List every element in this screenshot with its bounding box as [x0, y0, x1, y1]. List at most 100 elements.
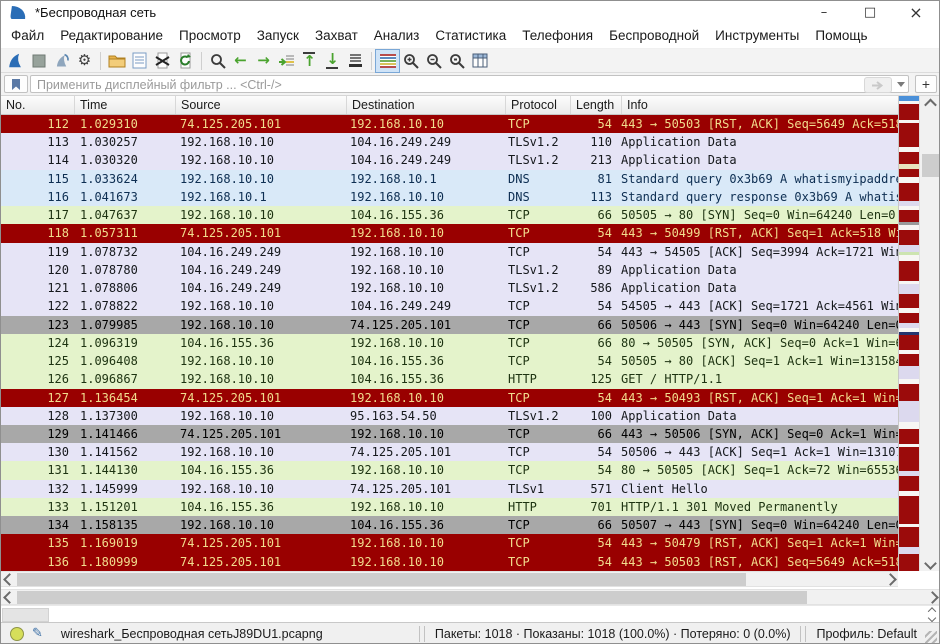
scroll-left-icon[interactable] [1, 572, 17, 586]
capture-comment-icon[interactable]: ✎ [32, 626, 43, 641]
save-file-button[interactable] [128, 50, 151, 72]
packet-row[interactable]: 1231.079985192.168.10.1074.125.205.101TC… [1, 316, 898, 334]
go-first-packet-button[interactable]: ↑ [298, 50, 321, 72]
pane-handle[interactable] [2, 608, 49, 622]
scroll-down-icon[interactable] [920, 556, 940, 571]
packet-cell: 50505 → 80 [SYN] Seq=0 Win=64240 Len=0 M… [616, 206, 898, 224]
menu-item-3[interactable]: Запуск [249, 24, 307, 47]
resize-grip[interactable] [925, 631, 937, 643]
packet-row[interactable]: 1151.033624192.168.10.10192.168.10.1DNS8… [1, 170, 898, 188]
packet-row[interactable]: 1191.078732104.16.249.249192.168.10.10TC… [1, 243, 898, 261]
packet-row[interactable]: 1161.041673192.168.10.1192.168.10.10DNS1… [1, 188, 898, 206]
packet-row[interactable]: 1131.030257192.168.10.10104.16.249.249TL… [1, 133, 898, 151]
column-header-protocol[interactable]: Protocol [506, 96, 571, 114]
packet-row[interactable]: 1331.151201104.16.155.36192.168.10.10HTT… [1, 498, 898, 516]
scroll-right-icon[interactable] [882, 572, 898, 586]
packet-row[interactable]: 1321.145999192.168.10.1074.125.205.101TL… [1, 480, 898, 498]
profile-selector[interactable]: Профиль: Default [808, 627, 921, 641]
apply-filter-button[interactable] [864, 77, 892, 93]
packet-cell: DNS [503, 170, 567, 188]
capture-options-button[interactable]: ⚙ [73, 50, 96, 72]
menu-item-0[interactable]: Файл [3, 24, 52, 47]
close-file-button[interactable] [151, 50, 174, 72]
packet-row[interactable]: 1261.096867192.168.10.10104.16.155.36HTT… [1, 370, 898, 388]
packet-cell: 50506 → 443 [SYN] Seq=0 Win=64240 Len=0 … [616, 316, 898, 334]
column-header-source[interactable]: Source [176, 96, 347, 114]
open-file-button[interactable] [105, 50, 128, 72]
packet-row[interactable]: 1121.02931074.125.205.101192.168.10.10TC… [1, 115, 898, 133]
scroll-right-icon[interactable] [924, 590, 940, 604]
menu-item-9[interactable]: Инструменты [707, 24, 807, 47]
zoom-in-button[interactable] [399, 50, 422, 72]
packet-row[interactable]: 1221.078822192.168.10.10104.16.249.249TC… [1, 297, 898, 315]
go-back-button[interactable]: ← [229, 50, 252, 72]
go-forward-button[interactable]: → [252, 50, 275, 72]
start-capture-button[interactable] [4, 50, 27, 72]
menu-item-2[interactable]: Просмотр [171, 24, 249, 47]
packet-row[interactable]: 1311.144130104.16.155.36192.168.10.10TCP… [1, 461, 898, 479]
packet-row[interactable]: 1341.158135192.168.10.10104.16.155.36TCP… [1, 516, 898, 534]
resize-columns-button[interactable] [468, 50, 491, 72]
menu-item-8[interactable]: Беспроводной [601, 24, 707, 47]
packet-cell: 132 [1, 480, 75, 498]
scroll-up-icon[interactable] [920, 96, 940, 111]
vertical-scrollbar-thumb[interactable] [922, 154, 939, 177]
packet-row[interactable]: 1181.05731174.125.205.101192.168.10.10TC… [1, 224, 898, 242]
go-to-packet-button[interactable] [275, 50, 298, 72]
find-packet-button[interactable] [206, 50, 229, 72]
packet-minimap-scrollbar[interactable] [898, 96, 919, 571]
column-header-length[interactable]: Length [571, 96, 622, 114]
packet-row[interactable]: 1241.096319104.16.155.36192.168.10.10TCP… [1, 334, 898, 352]
main-toolbar: ⚙ ← → ↑ ↓ [1, 49, 939, 73]
lower-pane-hscrollbar[interactable] [1, 589, 940, 605]
hscrollbar-thumb[interactable] [17, 573, 746, 586]
filter-history-dropdown-icon[interactable] [897, 82, 905, 87]
menu-item-6[interactable]: Статистика [427, 24, 514, 47]
packet-cell: 1.047637 [75, 206, 175, 224]
zoom-out-button[interactable] [422, 50, 445, 72]
menu-item-4[interactable]: Захват [307, 24, 366, 47]
expert-info-icon[interactable] [10, 627, 24, 641]
go-last-packet-button[interactable]: ↓ [321, 50, 344, 72]
column-header-info[interactable]: Info [622, 96, 898, 114]
packet-row[interactable]: 1201.078780104.16.249.249192.168.10.10TL… [1, 261, 898, 279]
packet-row[interactable]: 1211.078806104.16.249.249192.168.10.10TL… [1, 279, 898, 297]
packet-list-hscrollbar[interactable] [1, 571, 898, 587]
packet-row[interactable]: 1251.096408192.168.10.10104.16.155.36TCP… [1, 352, 898, 370]
packet-cell: 104.16.249.249 [175, 279, 345, 297]
minimize-button[interactable]: – [801, 1, 847, 23]
pane-spinner[interactable] [929, 607, 935, 621]
menu-item-10[interactable]: Помощь [807, 24, 875, 47]
scroll-left-icon[interactable] [1, 590, 17, 604]
packet-row[interactable]: 1351.16901974.125.205.101192.168.10.10TC… [1, 534, 898, 552]
column-header-no[interactable]: No. [1, 96, 75, 114]
packet-cell: 443 → 50479 [RST, ACK] Seq=1 Ack=1 Win=2… [616, 534, 898, 552]
restart-capture-button[interactable] [50, 50, 73, 72]
menu-item-7[interactable]: Телефония [514, 24, 601, 47]
filter-bookmark-button[interactable] [4, 75, 28, 93]
close-button[interactable]: × [893, 1, 939, 23]
auto-scroll-button[interactable] [344, 50, 367, 72]
menu-item-1[interactable]: Редактирование [52, 24, 171, 47]
hscrollbar-thumb[interactable] [17, 591, 807, 604]
packet-row[interactable]: 1291.14146674.125.205.101192.168.10.10TC… [1, 425, 898, 443]
vertical-scrollbar[interactable] [919, 96, 940, 571]
packet-row[interactable]: 1141.030320192.168.10.10104.16.249.249TL… [1, 151, 898, 169]
colorize-packets-button[interactable] [376, 50, 399, 72]
maximize-button[interactable]: □ [847, 1, 893, 23]
zoom-original-button[interactable] [445, 50, 468, 72]
display-filter-input[interactable] [35, 76, 809, 94]
stop-capture-button[interactable] [27, 50, 50, 72]
packet-row[interactable]: 1361.18099974.125.205.101192.168.10.10TC… [1, 553, 898, 571]
packet-cell: 1.169019 [75, 534, 175, 552]
packet-row[interactable]: 1301.141562192.168.10.1074.125.205.101TC… [1, 443, 898, 461]
column-header-time[interactable]: Time [75, 96, 176, 114]
menu-item-5[interactable]: Анализ [366, 24, 428, 47]
reload-file-button[interactable] [174, 50, 197, 72]
column-header-destination[interactable]: Destination [347, 96, 506, 114]
add-filter-button[interactable]: + [915, 75, 937, 93]
packet-cell: 80 → 50505 [ACK] Seq=1 Ack=72 Win=65536 … [616, 461, 898, 479]
packet-row[interactable]: 1171.047637192.168.10.10104.16.155.36TCP… [1, 206, 898, 224]
packet-row[interactable]: 1281.137300192.168.10.1095.163.54.50TLSv… [1, 407, 898, 425]
packet-row[interactable]: 1271.13645474.125.205.101192.168.10.10TC… [1, 389, 898, 407]
